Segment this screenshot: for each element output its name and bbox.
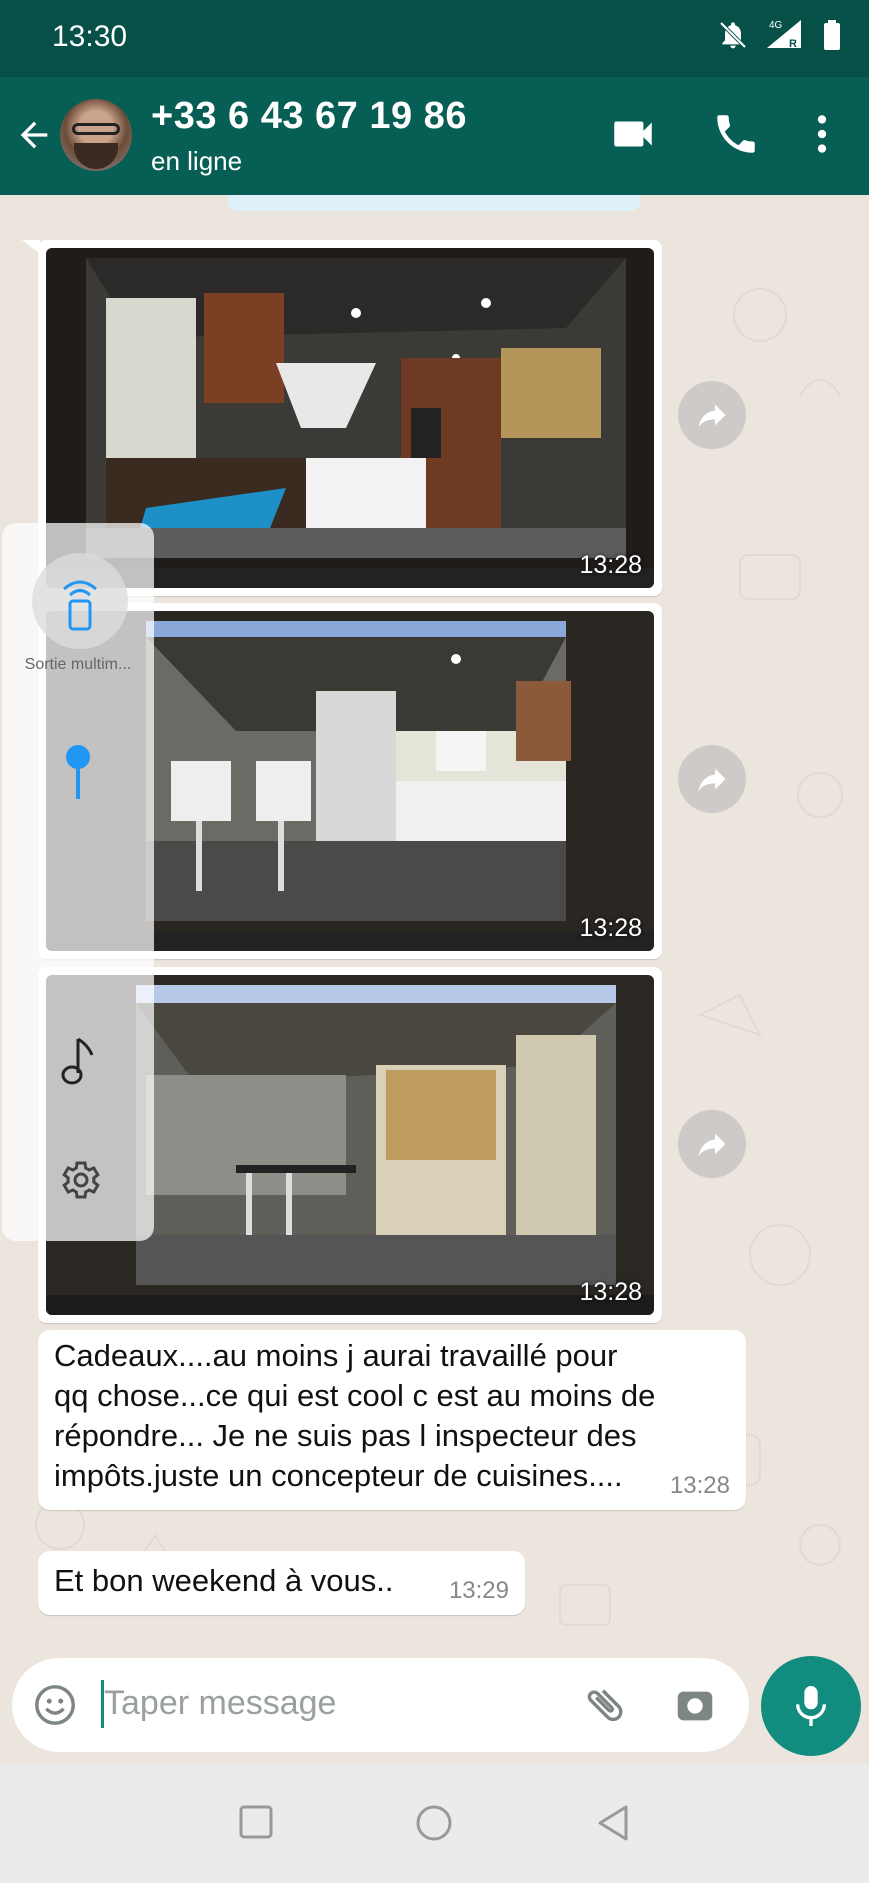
text-message[interactable]: Et bon weekend à vous.. 13:29 <box>38 1551 525 1615</box>
nav-circle-icon[interactable] <box>414 1803 454 1843</box>
nav-back-icon[interactable] <box>594 1803 634 1843</box>
back-arrow-icon[interactable] <box>14 115 54 155</box>
message-time: 13:29 <box>448 1577 509 1604</box>
volume-panel: Sortie multim... <box>2 523 154 1241</box>
signal-icon: 4G R <box>767 20 801 50</box>
message-time: 13:28 <box>579 551 642 579</box>
roaming-indicator: R <box>789 38 797 50</box>
mute-bell-icon <box>719 21 747 49</box>
media-output-label: Sortie multim... <box>24 656 132 673</box>
message-time: 13:28 <box>669 1472 730 1499</box>
text-message[interactable]: Cadeaux....au moins j aurai travaillé po… <box>38 1330 746 1510</box>
message-composer[interactable]: Taper message <box>12 1658 749 1752</box>
battery-icon <box>824 20 840 50</box>
message-input[interactable]: Taper message <box>104 1684 336 1723</box>
avatar[interactable] <box>60 99 132 171</box>
video-call-icon[interactable] <box>608 109 658 159</box>
media-output-button[interactable] <box>32 553 128 649</box>
phone-icon[interactable] <box>711 109 761 159</box>
status-time: 13:30 <box>52 20 128 53</box>
chat-header: +33 6 43 67 19 86 en ligne <box>0 77 869 195</box>
emoji-icon[interactable] <box>32 1682 78 1728</box>
forward-button[interactable] <box>678 381 746 449</box>
music-note-icon <box>61 1037 94 1085</box>
cast-icon <box>63 580 97 631</box>
status-bar: 13:30 4G R <box>0 0 869 77</box>
status-icons: 4G R <box>717 18 841 52</box>
forward-button[interactable] <box>678 1110 746 1178</box>
message-time: 13:28 <box>579 914 642 942</box>
system-nav-bar <box>0 1765 869 1883</box>
message-body: Cadeaux....au moins j aurai travaillé po… <box>54 1338 656 1493</box>
camera-icon[interactable] <box>672 1682 718 1728</box>
mic-icon <box>796 1686 826 1726</box>
nav-square-icon[interactable] <box>237 1803 275 1841</box>
contact-status: en ligne <box>151 146 243 176</box>
message-body: Et bon weekend à vous.. <box>54 1563 394 1598</box>
volume-knob[interactable] <box>66 745 90 769</box>
contact-name[interactable]: +33 6 43 67 19 86 <box>151 95 467 138</box>
mic-button[interactable] <box>761 1656 861 1756</box>
more-vert-icon[interactable] <box>797 109 847 159</box>
network-type: 4G <box>769 20 783 31</box>
message-time: 13:28 <box>579 1278 642 1306</box>
date-chip <box>228 195 640 211</box>
forward-icon <box>698 1133 726 1156</box>
gear-icon[interactable] <box>55 1156 103 1204</box>
attach-icon[interactable] <box>582 1682 628 1728</box>
forward-button[interactable] <box>678 745 746 813</box>
forward-icon <box>698 404 726 427</box>
forward-icon <box>698 768 726 791</box>
